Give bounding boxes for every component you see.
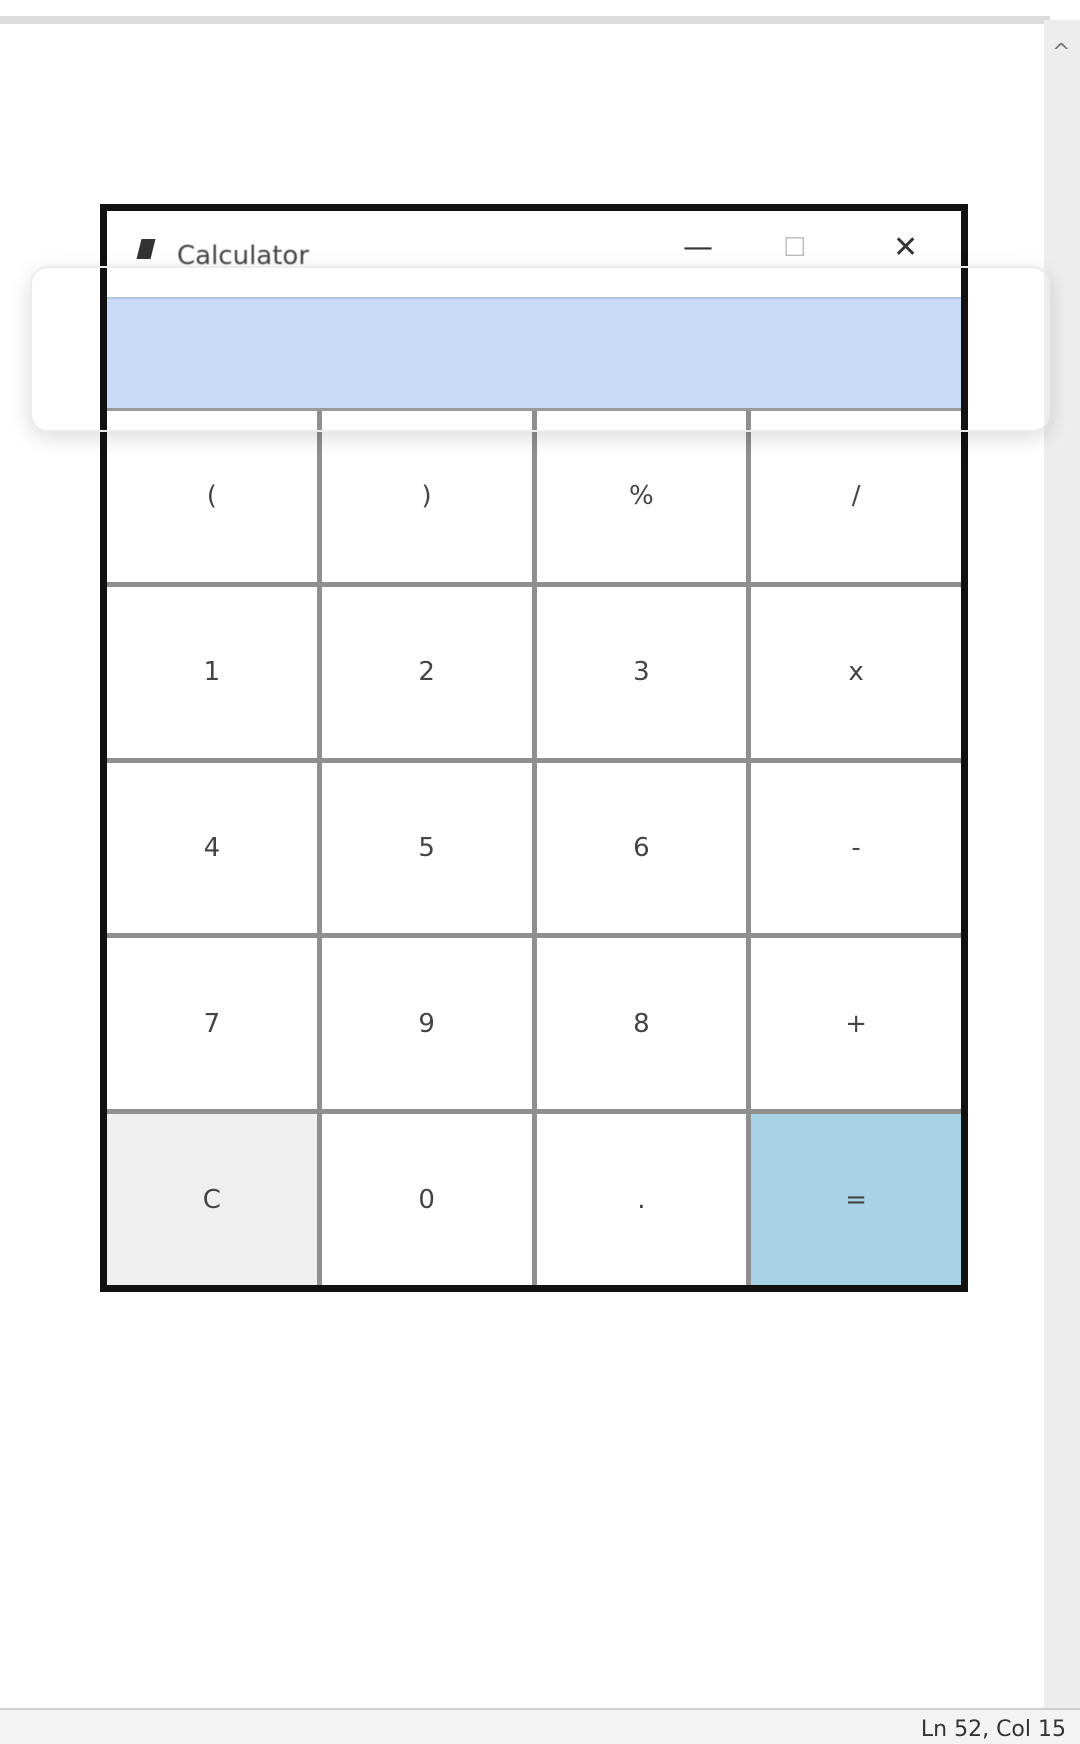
key-decimal[interactable]: . [536,1114,747,1285]
window-title: Calculator [177,241,310,271]
close-button[interactable]: ✕ [893,233,918,263]
feather-icon [136,239,156,259]
vertical-scrollbar[interactable]: ^ [1044,20,1080,1710]
key-0[interactable]: 0 [321,1114,532,1285]
status-bar: Ln 52, Col 15 [0,1708,1080,1744]
key-8[interactable]: 8 [536,938,747,1110]
top-divider [0,16,1050,24]
key-6[interactable]: 6 [536,762,747,934]
key-multiply[interactable]: x [751,586,961,758]
key-7[interactable]: 7 [107,938,317,1110]
key-1[interactable]: 1 [107,586,317,758]
key-open-paren[interactable]: ( [107,411,317,582]
minimize-button[interactable]: — [683,233,713,263]
calculator-display[interactable] [107,297,961,411]
key-add[interactable]: + [751,938,961,1110]
calculator-titlebar[interactable]: Calculator — ☐ ✕ [107,211,961,291]
cursor-position: Ln 52, Col 15 [920,1717,1066,1742]
keypad: ()%/ 1 2 3 x 4 5 6- 7 9 8 + C 0. = [107,411,961,1285]
calculator-window: Calculator — ☐ ✕ ()%/ 1 2 3 x 4 5 6- 7 9 8 + C 0. = [100,204,968,1292]
key-2[interactable]: 2 [321,586,532,758]
scroll-up-icon[interactable]: ^ [1052,40,1070,65]
editor-page: ^ Calculator — ☐ ✕ ()%/1 2 3 x 4 5 6-7 9 8 + C 0. = … [0,0,1080,1744]
key-4[interactable]: 4 [107,762,317,934]
key-percent[interactable]: % [536,411,747,582]
key-equals[interactable]: = [751,1114,961,1285]
key-subtract[interactable]: - [751,762,961,934]
key-close-paren[interactable]: ) [321,411,532,582]
maximize-button[interactable]: ☐ [783,233,806,263]
key-divide[interactable]: / [751,411,961,582]
key-clear[interactable]: C [107,1114,317,1285]
key-3[interactable]: 3 [536,586,747,758]
key-5[interactable]: 5 [321,762,532,934]
key-9[interactable]: 9 [321,938,532,1110]
